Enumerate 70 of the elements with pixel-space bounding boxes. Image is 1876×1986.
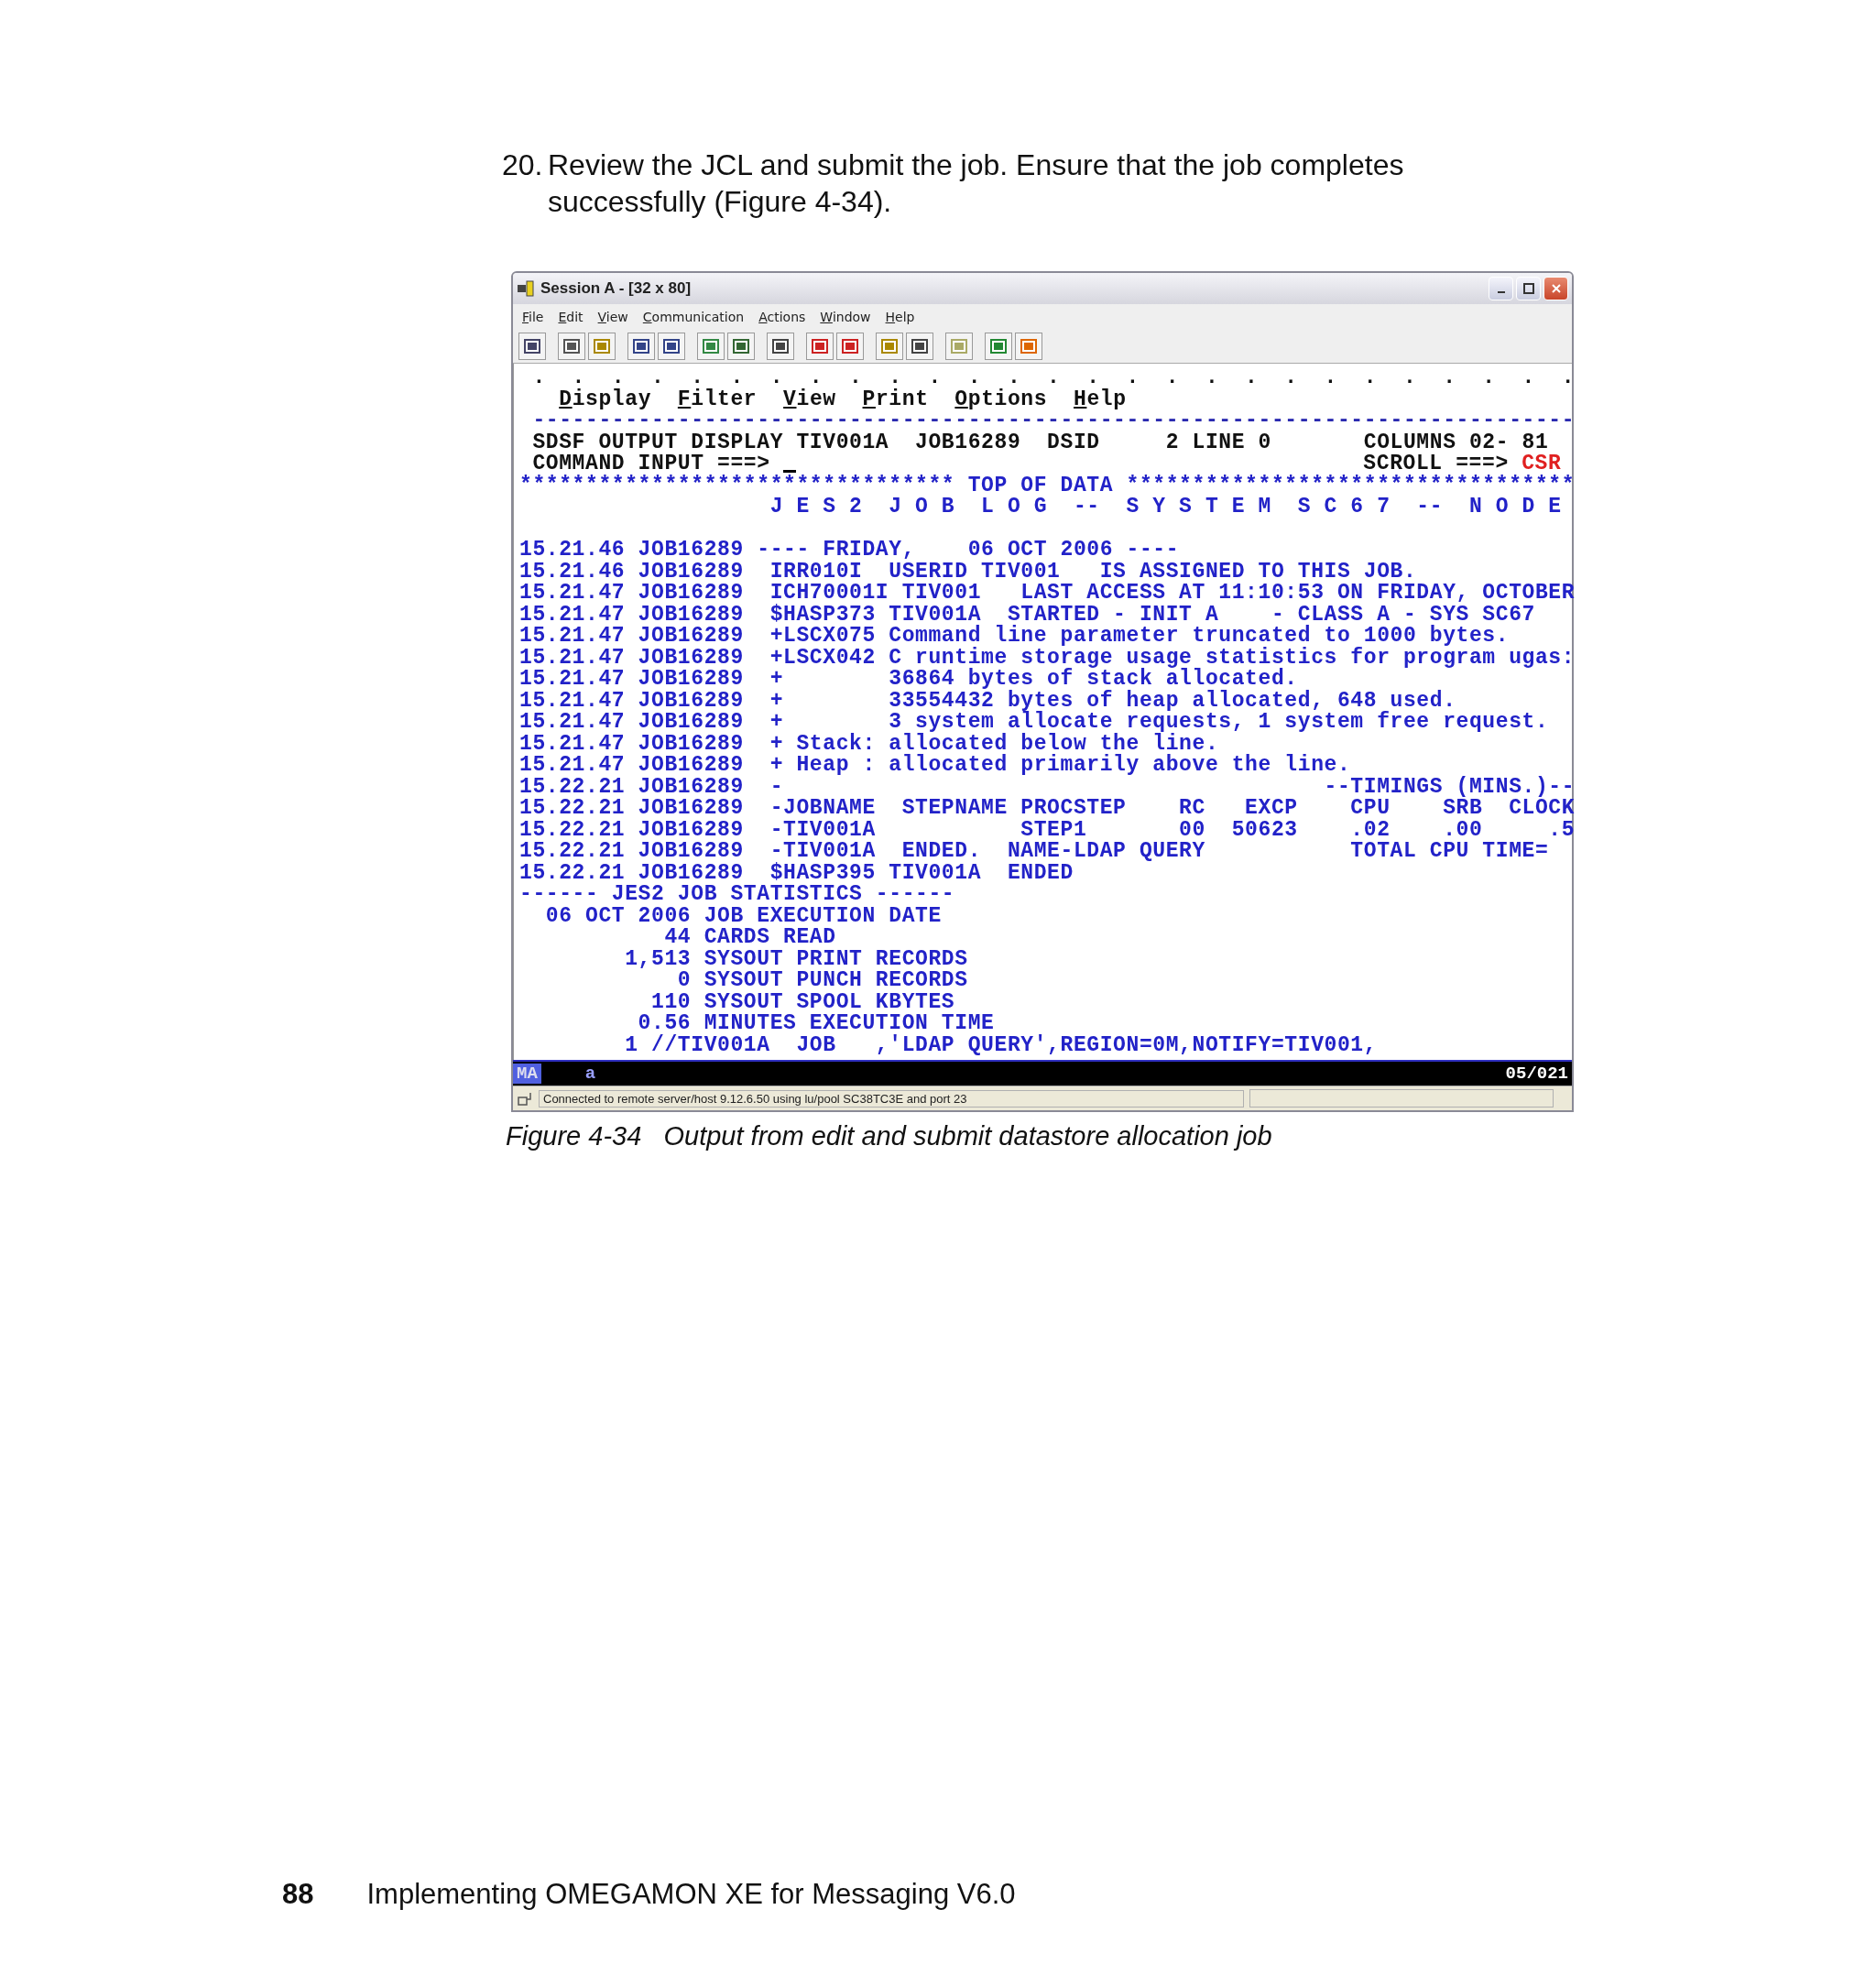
top-of-data-line: ********************************* TOP OF DATA ********************************** [519, 473, 1576, 497]
action-bar-item[interactable]: Display [559, 388, 652, 410]
log-line: 15.21.46 JOB16289 IRR010I USERID TIV001 IS ASSIGNED TO THIS JOB. [519, 559, 1417, 584]
log-line: 06 OCT 2006 JOB EXECUTION DATE [544, 903, 942, 928]
toolbar-button[interactable] [658, 333, 685, 360]
toolbar-button[interactable] [985, 333, 1012, 360]
log-line: 15.21.47 JOB16289 +LSCX075 Command line parameter truncated to 1000 bytes. [519, 624, 1510, 648]
command-label: COMMAND INPUT ===> [532, 452, 770, 475]
maximize-button[interactable] [1516, 277, 1541, 300]
step-text: Review the JCL and submit the job. Ensure that the job completes successfully (Figure 4-34). [548, 147, 1405, 220]
action-bar-item[interactable]: Options [954, 388, 1048, 410]
menu-item[interactable]: Actions [758, 310, 806, 324]
toolbar-button[interactable] [627, 333, 655, 360]
log-line: ------ JES2 JOB STATISTICS ------ [519, 882, 955, 906]
log-line: 15.22.21 JOB16289 -TIV001A STEP1 00 50623 .02 .00 .5 [519, 817, 1576, 842]
maximize-icon [1522, 283, 1534, 294]
cursor-position: 05/021 [1505, 1064, 1568, 1084]
log-line: 15.21.46 JOB16289 ---- FRIDAY, 06 OCT 2006 ---- [519, 538, 1180, 562]
log-line: J E S 2 J O B L O G -- S Y S T E M S C 6 7 -- N O D E [769, 495, 1562, 518]
menu-item[interactable]: View [597, 310, 628, 324]
toolbar-button[interactable] [518, 333, 546, 360]
log-line: 1 //TIV001A JOB ,'LDAP QUERY',REGION=0M,NOTIFY=TIV001, [624, 1032, 1378, 1057]
action-bar-item[interactable]: Filter [677, 388, 758, 410]
toolbar-button[interactable] [767, 333, 794, 360]
minimize-button[interactable] [1489, 277, 1513, 300]
action-bar-item[interactable]: Print [862, 388, 929, 410]
dashed-rule: ------------------------------------------------------------------------------- [531, 409, 1576, 432]
menu-item[interactable]: File [522, 310, 544, 324]
figure-caption: Figure 4-34 Output from edit and submit datastore allocation job [506, 1121, 1273, 1151]
log-line: 0.56 MINUTES EXECUTION TIME [637, 1011, 995, 1035]
log-line: 15.21.47 JOB16289 ICH70001I TIV001 LAST ACCESS AT 11:10:53 ON FRIDAY, OCTOBER [519, 581, 1576, 605]
toolbar-button[interactable] [906, 333, 933, 360]
toolbar-button[interactable] [727, 333, 755, 360]
log-line: 15.22.21 JOB16289 - --TIMINGS (MINS.)-- [519, 774, 1576, 799]
toolbar-button[interactable] [697, 333, 725, 360]
menu-item[interactable]: Communication [642, 310, 745, 324]
window-title: Session A - [32 x 80] [540, 279, 693, 298]
page-number: 88 [282, 1878, 314, 1911]
log-line: 15.21.47 JOB16289 + 3 system allocate requests, 1 system free request. [519, 710, 1549, 734]
log-line: 110 SYSOUT SPOOL KBYTES [650, 989, 955, 1014]
log-line: 0 SYSOUT PUNCH RECORDS [676, 968, 968, 992]
book-title: Implementing OMEGAMON XE for Messaging V6.0 [366, 1878, 1016, 1911]
action-bar-item[interactable]: View [783, 388, 836, 410]
action-bar-item[interactable]: Help [1074, 388, 1127, 410]
log-line: 15.22.21 JOB16289 -TIV001A ENDED. NAME-LDAP QUERY TOTAL CPU TIME= [519, 839, 1549, 863]
scroll-label: SCROLL ===> [1363, 452, 1509, 475]
log-line: 15.22.21 JOB16289 $HASP395 TIV001A ENDED [519, 860, 1074, 885]
log-line: 15.21.47 JOB16289 + 36864 bytes of stack allocated. [519, 667, 1298, 691]
menu-item[interactable]: Edit [558, 310, 584, 324]
minimize-icon [1497, 291, 1505, 293]
oia-indicator: a [584, 1064, 597, 1084]
log-line: 44 CARDS READ [663, 925, 836, 949]
dot-row-text: . . . . . . . . . . . . . . . . . . . . . . . . . . . [531, 366, 1576, 389]
menu-item[interactable]: Help [885, 310, 915, 324]
log-line: 1,513 SYSOUT PRINT RECORDS [624, 946, 968, 971]
terminal-app-icon [517, 279, 535, 298]
panel-header: SDSF OUTPUT DISPLAY TIV001A JOB16289 DSID 2 LINE 0 COLUMNS 02- 81 [531, 430, 1549, 454]
toolbar-button[interactable] [806, 333, 834, 360]
log-line: 15.21.47 JOB16289 + Heap : allocated primarily above the line. [519, 753, 1351, 777]
log-line: 15.22.21 JOB16289 -JOBNAME STEPNAME PROCSTEP RC EXCP CPU SRB CLOCK [519, 796, 1576, 820]
toolbar-button[interactable] [558, 333, 585, 360]
toolbar-button[interactable] [836, 333, 864, 360]
connection-icon [517, 1090, 533, 1107]
step-number: 20. [502, 147, 544, 183]
menu-item[interactable]: Window [820, 310, 871, 324]
status-text: Connected to remote server/host 9.12.6.50 using lu/pool SC38TC3E and port 23 [539, 1089, 1244, 1108]
scroll-value[interactable]: CSR [1522, 452, 1562, 475]
oia-mode: MA [513, 1064, 541, 1084]
close-button[interactable] [1543, 277, 1568, 300]
close-icon [1550, 283, 1562, 294]
